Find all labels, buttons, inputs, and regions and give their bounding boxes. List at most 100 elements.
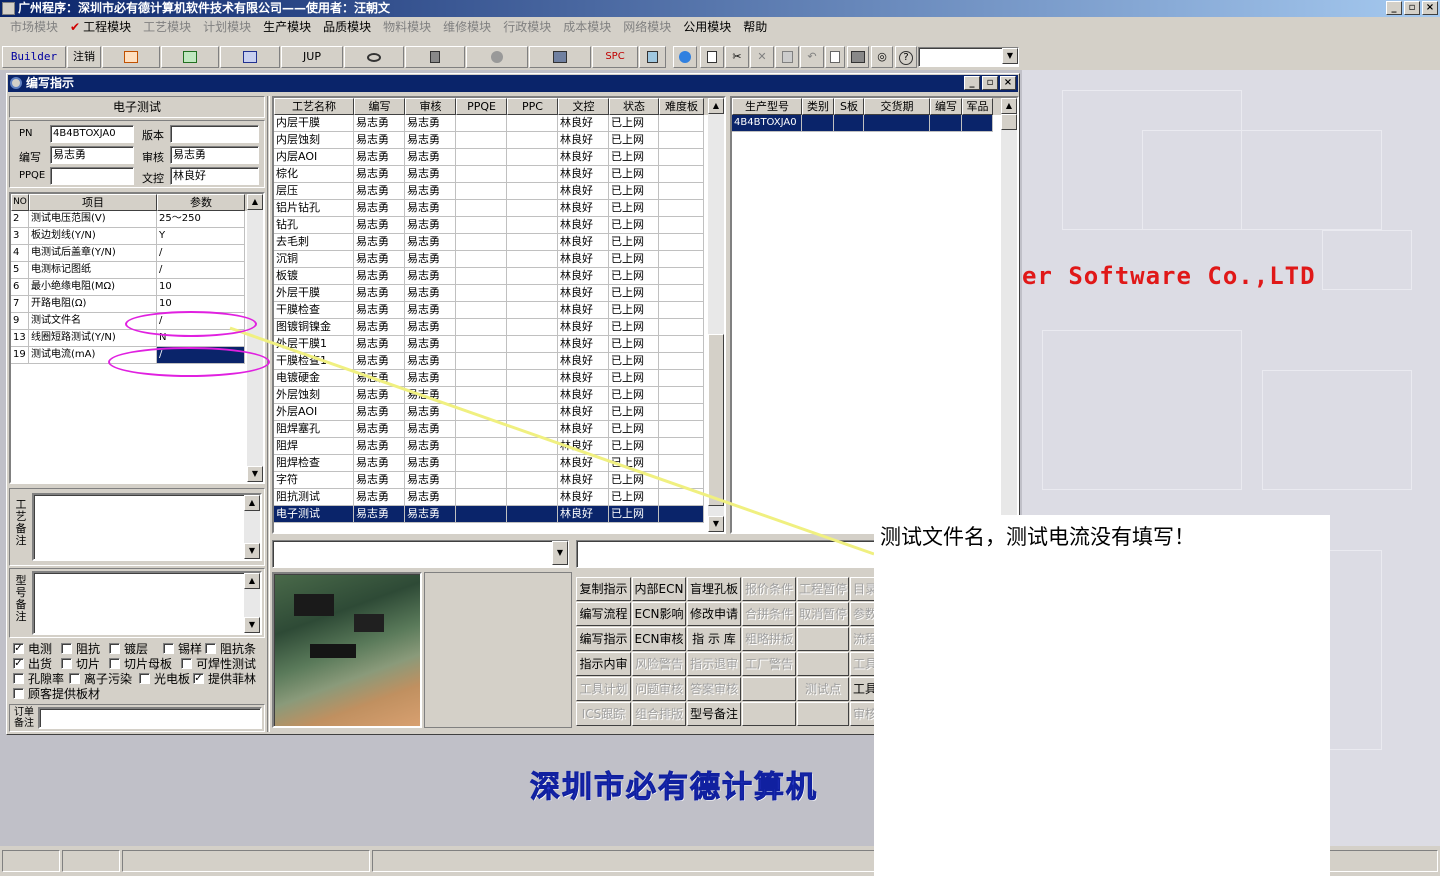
help-button[interactable]: ? [895, 46, 917, 68]
menu-item-3[interactable]: 计划模块 [197, 17, 257, 37]
process-row[interactable]: 外层干膜 易志勇 易志勇 林良好 已上网 [274, 285, 724, 302]
process-row[interactable]: 外层AOI 易志勇 易志勇 林良好 已上网 [274, 404, 724, 421]
ppqe-field[interactable] [50, 167, 134, 185]
process-col-ppc[interactable]: PPC [507, 98, 558, 115]
action-button[interactable]: 问题审核 [632, 677, 686, 701]
action-button[interactable]: 组合排版 [632, 702, 686, 726]
model-col-delivery[interactable]: 交货期 [864, 98, 930, 115]
process-note-field[interactable]: ▲ ▼ [32, 493, 262, 561]
undo-button[interactable]: ↶ [800, 46, 824, 68]
action-button[interactable] [797, 627, 849, 651]
chevron-down-icon[interactable]: ▼ [1002, 48, 1018, 64]
spc-button[interactable]: SPC [592, 46, 638, 68]
action-button[interactable] [742, 677, 796, 701]
param-cell[interactable]: 10 [157, 279, 245, 296]
splitter[interactable] [267, 96, 270, 732]
param-row[interactable]: 2 测试电压范围(V) 25～250 [11, 211, 263, 228]
model-col-writer[interactable]: 编写 [930, 98, 962, 115]
action-button[interactable]: 报价条件 [742, 577, 796, 601]
action-button[interactable]: 取消暂停 [797, 602, 849, 626]
menu-item-10[interactable]: 网络模块 [617, 17, 677, 37]
window-maximize-button[interactable]: ▫ [982, 76, 998, 90]
param-row[interactable]: 4 电测试后盖章(Y/N) / [11, 245, 263, 262]
excel-button[interactable] [161, 46, 219, 68]
process-row[interactable]: 干膜检查1 易志勇 易志勇 林良好 已上网 [274, 353, 724, 370]
param-cell[interactable]: / [157, 245, 245, 262]
unchecked-icon[interactable] [109, 643, 120, 654]
save-button[interactable] [775, 46, 799, 68]
view-button[interactable] [344, 46, 404, 68]
process-col-name[interactable]: 工艺名称 [274, 98, 354, 115]
delete-button[interactable]: ✕ [750, 46, 774, 68]
process-row[interactable]: 沉铜 易志勇 易志勇 林良好 已上网 [274, 251, 724, 268]
model-scrollbar[interactable]: ▲ [1001, 98, 1017, 532]
param-cell[interactable]: Y [157, 228, 245, 245]
tools-button[interactable] [466, 46, 528, 68]
process-row[interactable]: 钻孔 易志勇 易志勇 林良好 已上网 [274, 217, 724, 234]
process-row[interactable]: 去毛刺 易志勇 易志勇 林良好 已上网 [274, 234, 724, 251]
checkbox-option[interactable]: ✓ 提供菲林 [193, 670, 256, 687]
param-col-value[interactable]: 参数 [157, 194, 245, 211]
param-col-no[interactable]: NO [11, 194, 29, 211]
action-button[interactable]: 工厂警告 [742, 652, 796, 676]
menu-item-2[interactable]: 工艺模块 [137, 17, 197, 37]
powerpoint-button[interactable] [102, 46, 160, 68]
process-row[interactable]: 板镀 易志勇 易志勇 林良好 已上网 [274, 268, 724, 285]
action-button[interactable]: 内部ECN [632, 577, 686, 601]
preview-button[interactable] [825, 46, 845, 68]
unchecked-icon[interactable] [69, 673, 80, 684]
model-col-model[interactable]: 生产型号 [732, 98, 802, 115]
menu-item-9[interactable]: 成本模块 [557, 17, 617, 37]
model-note-field[interactable]: ▲ ▼ [32, 571, 262, 635]
checkbox-option[interactable]: 光电板 [139, 670, 190, 687]
action-button[interactable]: 盲埋孔板 [687, 577, 741, 601]
action-button[interactable]: 答案审核 [687, 677, 741, 701]
menu-item-4[interactable]: 生产模块 [257, 17, 317, 37]
process-row[interactable]: 阻焊塞孔 易志勇 易志勇 林良好 已上网 [274, 421, 724, 438]
window-close-button[interactable]: × [1000, 76, 1016, 90]
writer-field[interactable]: 易志勇 [50, 146, 134, 164]
process-row[interactable]: 棕化 易志勇 易志勇 林良好 已上网 [274, 166, 724, 183]
menu-item-6[interactable]: 物料模块 [377, 17, 437, 37]
param-cell[interactable]: 25～250 [157, 211, 245, 228]
process-row[interactable]: 内层干膜 易志勇 易志勇 林良好 已上网 [274, 115, 724, 132]
version-field[interactable] [170, 125, 259, 143]
process-row[interactable]: 外层干膜1 易志勇 易志勇 林良好 已上网 [274, 336, 724, 353]
param-row[interactable]: 7 开路电阻(Ω) 10 [11, 296, 263, 313]
unchecked-icon[interactable] [139, 673, 150, 684]
menu-item-8[interactable]: 行政模块 [497, 17, 557, 37]
process-row[interactable]: 阻抗测试 易志勇 易志勇 林良好 已上网 [274, 489, 724, 506]
chevron-down-icon[interactable]: ▼ [552, 541, 568, 565]
scroll-up-icon[interactable]: ▲ [247, 194, 263, 210]
process-row[interactable]: 内层蚀刻 易志勇 易志勇 林良好 已上网 [274, 132, 724, 149]
process-scrollbar[interactable]: ▲ ▼ [708, 98, 724, 532]
scroll-up-icon[interactable]: ▲ [244, 495, 260, 511]
checked-icon[interactable]: ✓ [13, 643, 24, 654]
action-button[interactable] [797, 652, 849, 676]
database-button[interactable] [405, 46, 465, 68]
scroll-up-icon[interactable]: ▲ [244, 573, 260, 589]
menu-item-5[interactable]: 品质模块 [317, 17, 377, 37]
action-button[interactable]: 编写流程 [576, 602, 631, 626]
process-col-reviewer[interactable]: 审核 [405, 98, 456, 115]
order-note-field[interactable] [38, 707, 262, 729]
process-row[interactable]: 外层蚀刻 易志勇 易志勇 林良好 已上网 [274, 387, 724, 404]
unchecked-icon[interactable] [109, 658, 120, 669]
word-button[interactable] [220, 46, 280, 68]
action-button[interactable]: 指 示 库 [687, 627, 741, 651]
scroll-up-icon[interactable]: ▲ [708, 98, 724, 114]
process-col-difficulty[interactable]: 难度板 [659, 98, 704, 115]
unchecked-icon[interactable] [61, 643, 72, 654]
scroll-down-icon[interactable]: ▼ [247, 466, 263, 482]
process-row[interactable]: 层压 易志勇 易志勇 林良好 已上网 [274, 183, 724, 200]
scroll-down-icon[interactable]: ▼ [244, 543, 260, 559]
process-row[interactable]: 阻焊 易志勇 易志勇 林良好 已上网 [274, 438, 724, 455]
menu-item-12[interactable]: 帮助 [737, 17, 773, 37]
process-row[interactable]: 电子测试 易志勇 易志勇 林良好 已上网 [274, 506, 724, 523]
unchecked-icon[interactable] [205, 643, 216, 654]
pn-field[interactable]: 4B4BTOXJA0 [50, 125, 134, 143]
action-button[interactable]: 指示内审 [576, 652, 631, 676]
action-button[interactable]: 修改申请 [687, 602, 741, 626]
process-combo[interactable]: ▼ [272, 540, 569, 568]
process-row[interactable]: 铝片钻孔 易志勇 易志勇 林良好 已上网 [274, 200, 724, 217]
